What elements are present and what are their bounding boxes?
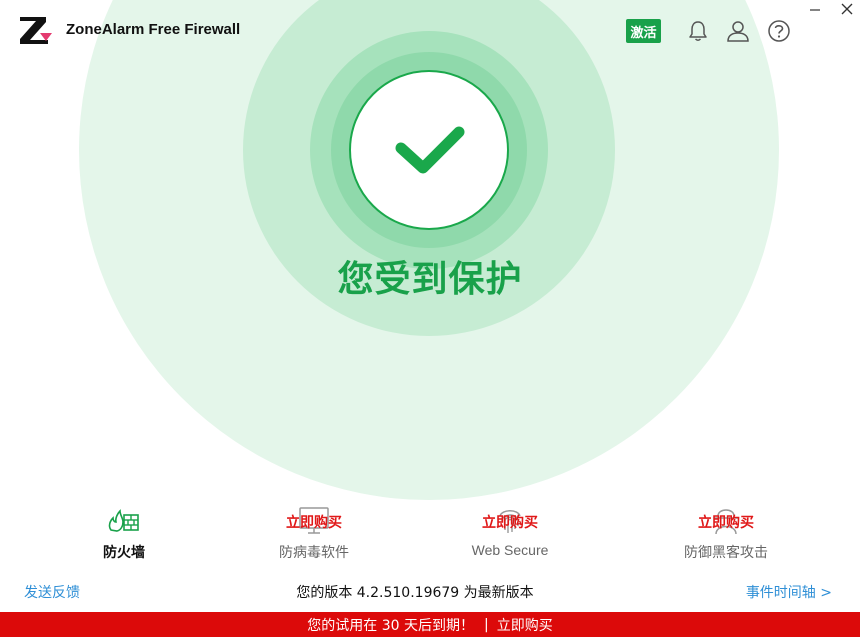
user-icon[interactable] bbox=[725, 18, 751, 44]
firewall-icon bbox=[108, 509, 139, 532]
trial-separator: | bbox=[484, 616, 489, 633]
version-info: 您的版本 4.2.510.19679 为最新版本 bbox=[296, 585, 534, 601]
trial-message: 您的试用在 30 天后到期！ bbox=[307, 617, 474, 634]
feature-label: 防御黑客攻击 bbox=[684, 545, 768, 561]
trial-buy-now-link[interactable]: 立即购买 bbox=[497, 615, 553, 635]
feature-label: Web Secure bbox=[471, 542, 549, 558]
feature-anti-hacker[interactable]: 立即购买 防御黑客攻击 bbox=[636, 502, 816, 564]
trial-banner: 您的试用在 30 天后到期！ | 立即购买 bbox=[0, 612, 860, 637]
app-title: ZoneAlarm Free Firewall bbox=[66, 21, 241, 38]
close-icon bbox=[841, 3, 853, 15]
feature-label: 防病毒软件 bbox=[279, 545, 349, 561]
event-timeline-link[interactable]: 事件时间轴 > bbox=[746, 582, 832, 602]
checkmark-icon bbox=[395, 126, 465, 174]
zonealarm-logo bbox=[18, 14, 54, 46]
feature-web-secure[interactable]: 立即购买 Web Secure bbox=[420, 502, 600, 564]
buy-now-link[interactable]: 立即购买 bbox=[420, 512, 600, 532]
close-button[interactable] bbox=[834, 0, 860, 20]
feature-firewall[interactable]: 防火墙 bbox=[34, 502, 214, 564]
buy-now-link[interactable]: 立即购买 bbox=[224, 512, 404, 532]
protection-status-text: 您受到保护 bbox=[337, 259, 523, 300]
minimize-button[interactable] bbox=[802, 0, 828, 20]
activate-button[interactable]: 激活 bbox=[626, 19, 661, 43]
status-badge bbox=[349, 70, 509, 230]
feature-antivirus[interactable]: 立即购买 防病毒软件 bbox=[224, 502, 404, 564]
bell-icon[interactable] bbox=[685, 18, 711, 44]
buy-now-link[interactable]: 立即购买 bbox=[636, 512, 816, 532]
help-icon[interactable] bbox=[766, 18, 792, 44]
feature-label: 防火墙 bbox=[103, 545, 145, 561]
